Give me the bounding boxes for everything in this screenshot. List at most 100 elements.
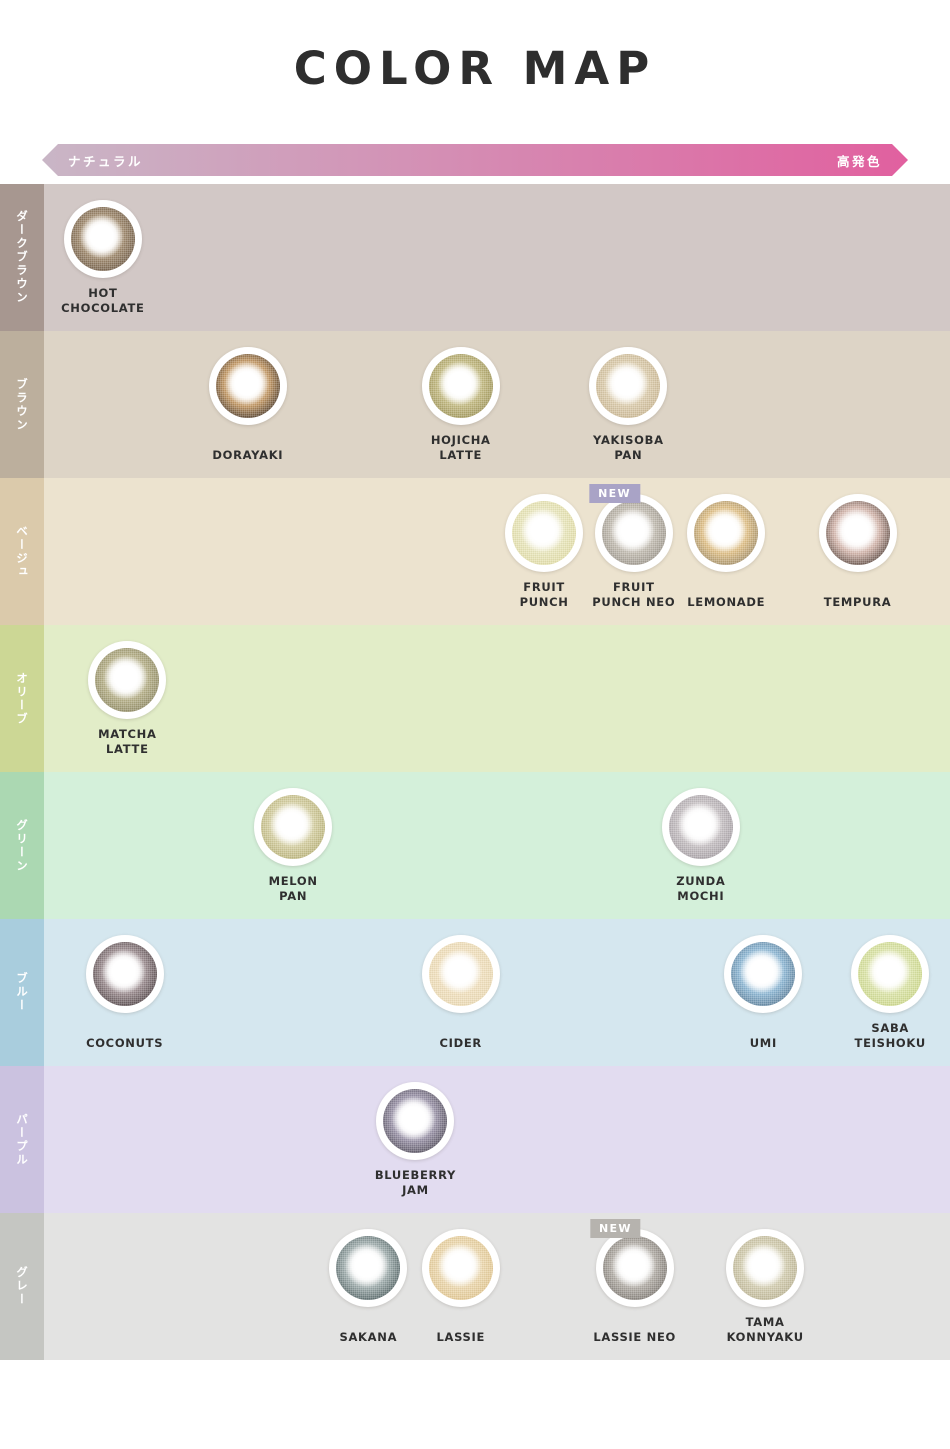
lens-iris [668,795,733,859]
lens-iris [92,942,157,1006]
color-row: ベージュ FRUIT PUNCH NEW FRUIT PUNCH NEO LEMONAD… [0,478,950,625]
row-label: ブラウン [0,331,44,478]
lens-iris [261,795,326,859]
lens-name-label: MELON PAN [268,874,318,903]
color-row: グリーン MELON PAN ZUNDA MOCHI [0,772,950,919]
lens-name-label: TAMA KONNYAKU [726,1315,804,1344]
lens-item[interactable]: CIDER [396,919,526,1066]
lens-iris [596,354,661,418]
lens-iris [694,501,759,565]
row-track: COCONUTS CIDER UMI SABA TEISHOKU [44,919,950,1066]
scale-label-natural: ナチュラル [68,153,144,169]
lens-swatch-icon[interactable] [63,200,142,278]
row-track: DORAYAKI HOJICHA LATTE YAKISOBA PAN [44,331,950,478]
lens-swatch-icon[interactable] [208,347,287,425]
color-row: オリーブ MATCHA LATTE [0,625,950,772]
lens-iris [733,1236,798,1300]
lens-item[interactable]: COCONUTS [60,919,190,1066]
lens-item[interactable]: MATCHA LATTE [62,625,192,772]
color-row: パープル BLUEBERRY JAM [0,1066,950,1213]
lens-name-label: TEMPURA [823,594,892,609]
lens-swatch-icon[interactable] [421,935,500,1013]
row-label: グレー [0,1213,44,1360]
lens-name-label: MATCHA LATTE [98,727,157,756]
lens-iris [383,1089,448,1153]
lens-item[interactable]: LEMONADE [661,478,791,625]
row-track: HOT CHOCOLATE [44,184,950,331]
lens-iris [428,354,493,418]
row-label: ブルー [0,919,44,1066]
lens-name-label: HOT CHOCOLATE [61,286,145,315]
row-track: MELON PAN ZUNDA MOCHI [44,772,950,919]
lens-item[interactable]: YAKISOBA PAN [563,331,693,478]
scale-label-vivid: 高発色 [836,153,882,169]
row-track: MATCHA LATTE [44,625,950,772]
row-label: パープル [0,1066,44,1213]
lens-iris [95,648,160,712]
lens-swatch-icon[interactable] [376,1082,455,1160]
lens-swatch-icon[interactable] [421,1229,500,1307]
lens-iris [512,501,577,565]
lens-name-label: LEMONADE [687,594,766,609]
lens-name-label: YAKISOBA PAN [593,433,664,462]
lens-swatch-icon[interactable] [818,494,897,572]
lens-swatch-icon[interactable] [254,788,333,866]
lens-item[interactable]: SABA TEISHOKU [825,919,950,1066]
row-label: ベージュ [0,478,44,625]
new-badge: NEW [589,484,640,503]
lens-item[interactable]: MELON PAN [228,772,358,919]
lens-name-label: ZUNDA MOCHI [676,874,726,903]
color-row: ブラウン DORAYAKI HOJICHA LATTE YAKISOBA PAN [0,331,950,478]
lens-item[interactable]: DORAYAKI [183,331,313,478]
lens-swatch-icon[interactable] [589,347,668,425]
lens-iris [428,1236,493,1300]
lens-swatch-icon[interactable] [851,935,930,1013]
color-map-grid: ダークブラウン HOT CHOCOLATE ブラウン DORAYAKI HOJICHA … [0,184,950,1360]
lens-iris [825,501,890,565]
lens-iris [428,942,493,1006]
row-label: オリーブ [0,625,44,772]
lens-swatch-icon[interactable] [595,1229,674,1307]
lens-swatch-icon[interactable] [421,347,500,425]
lens-name-label: CIDER [439,1035,482,1050]
lens-name-label: UMI [749,1035,777,1050]
lens-name-label: COCONUTS [86,1035,164,1050]
lens-iris [601,501,666,565]
row-label: グリーン [0,772,44,919]
lens-swatch-icon[interactable] [661,788,740,866]
lens-name-label: SAKANA [339,1329,398,1344]
row-track: SAKANA LASSIE NEW LASSIE NEO TAMA KONNYAKU [44,1213,950,1360]
page-title: COLOR MAP [293,41,657,95]
lens-item[interactable]: TEMPURA [793,478,923,625]
lens-item[interactable]: HOJICHA LATTE [396,331,526,478]
lens-item[interactable]: BLUEBERRY JAM [350,1066,480,1213]
lens-iris [70,207,135,271]
lens-swatch-icon[interactable] [724,935,803,1013]
lens-item[interactable]: TAMA KONNYAKU [700,1213,830,1360]
natural-to-vivid-scale-bar: ナチュラル 高発色 [42,144,908,176]
color-row: グレー SAKANA LASSIE NEW LASSIE NEO TAMA KONNYAK… [0,1213,950,1360]
lens-item[interactable]: UMI [698,919,828,1066]
lens-item[interactable]: NEW LASSIE NEO [570,1213,700,1360]
row-track: FRUIT PUNCH NEW FRUIT PUNCH NEO LEMONADE TEM… [44,478,950,625]
lens-name-label: LASSIE NEO [593,1329,677,1344]
lens-name-label: SABA TEISHOKU [854,1021,926,1050]
lens-item[interactable]: LASSIE [396,1213,526,1360]
lens-swatch-icon[interactable] [85,935,164,1013]
lens-item[interactable]: ZUNDA MOCHI [636,772,766,919]
lens-swatch-icon[interactable] [687,494,766,572]
color-row: ダークブラウン HOT CHOCOLATE [0,184,950,331]
lens-iris [858,942,923,1006]
lens-name-label: HOJICHA LATTE [430,433,491,462]
lens-swatch-icon[interactable] [726,1229,805,1307]
lens-item[interactable]: HOT CHOCOLATE [38,184,168,331]
lens-name-label: DORAYAKI [212,447,284,462]
lens-iris [336,1236,401,1300]
lens-iris [215,354,280,418]
lens-swatch-icon[interactable] [88,641,167,719]
page-header: COLOR MAP [0,0,950,136]
lens-name-label: LASSIE [436,1329,486,1344]
scale-bar-container: ナチュラル 高発色 [0,136,950,184]
lens-name-label: BLUEBERRY JAM [374,1168,457,1197]
new-badge: NEW [590,1219,641,1238]
